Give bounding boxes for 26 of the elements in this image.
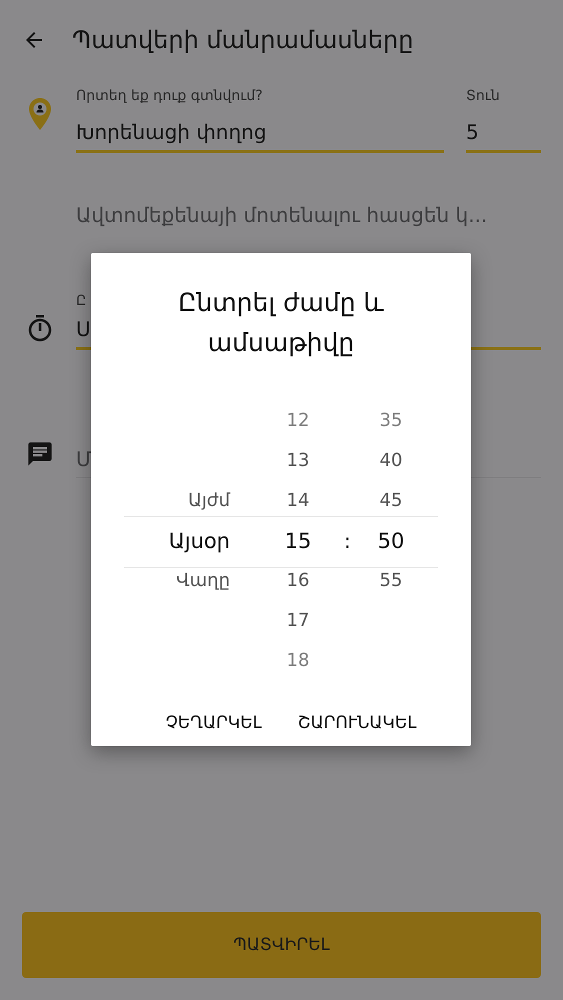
picker-option[interactable]: 16 xyxy=(286,561,310,601)
dialog-button[interactable]: ՉԵՂԱՐԿԵԼ xyxy=(162,707,266,739)
location-pin-icon xyxy=(28,97,52,131)
picker-option[interactable]: 14 xyxy=(286,481,310,521)
page-title: Պատվերի մանրամասները xyxy=(72,26,414,54)
picker-option[interactable]: 18 xyxy=(286,641,310,681)
house-field[interactable]: Տուն 5 xyxy=(466,88,541,153)
timer-icon xyxy=(27,314,53,342)
picker-option[interactable]: 55 xyxy=(380,561,402,601)
picker-option[interactable]: Այժմ xyxy=(188,481,230,521)
picker-option[interactable]: 35 xyxy=(380,401,402,441)
picker-option[interactable]: 13 xyxy=(286,441,310,481)
picker-option[interactable]: 40 xyxy=(380,441,402,481)
picker-option[interactable]: 15 xyxy=(284,521,312,561)
picker-option[interactable]: Վաղը xyxy=(176,561,230,601)
dialog-title: Ընտրել ժամը և ամսաթիվը xyxy=(177,287,385,359)
picker-option[interactable]: 50 xyxy=(378,521,404,561)
picker-option[interactable]: 45 xyxy=(380,481,402,521)
picker-option[interactable]: 17 xyxy=(286,601,310,641)
dialog-button[interactable]: ՇԱՐՈՒՆԱԿԵԼ xyxy=(294,707,420,739)
time-separator: : xyxy=(344,528,351,555)
message-icon xyxy=(26,440,54,468)
picker-option[interactable]: Այսօր xyxy=(168,521,230,561)
time-picker[interactable]: Այժմ Այսօր Վաղը 12 13 14 15 16 17 18 : 35 40 45 50 55 xyxy=(124,401,438,681)
picker-option[interactable]: 12 xyxy=(286,401,310,441)
address-field[interactable]: Որտեղ եք դուք գտնվում? Խորենացի փողոց xyxy=(76,88,444,153)
